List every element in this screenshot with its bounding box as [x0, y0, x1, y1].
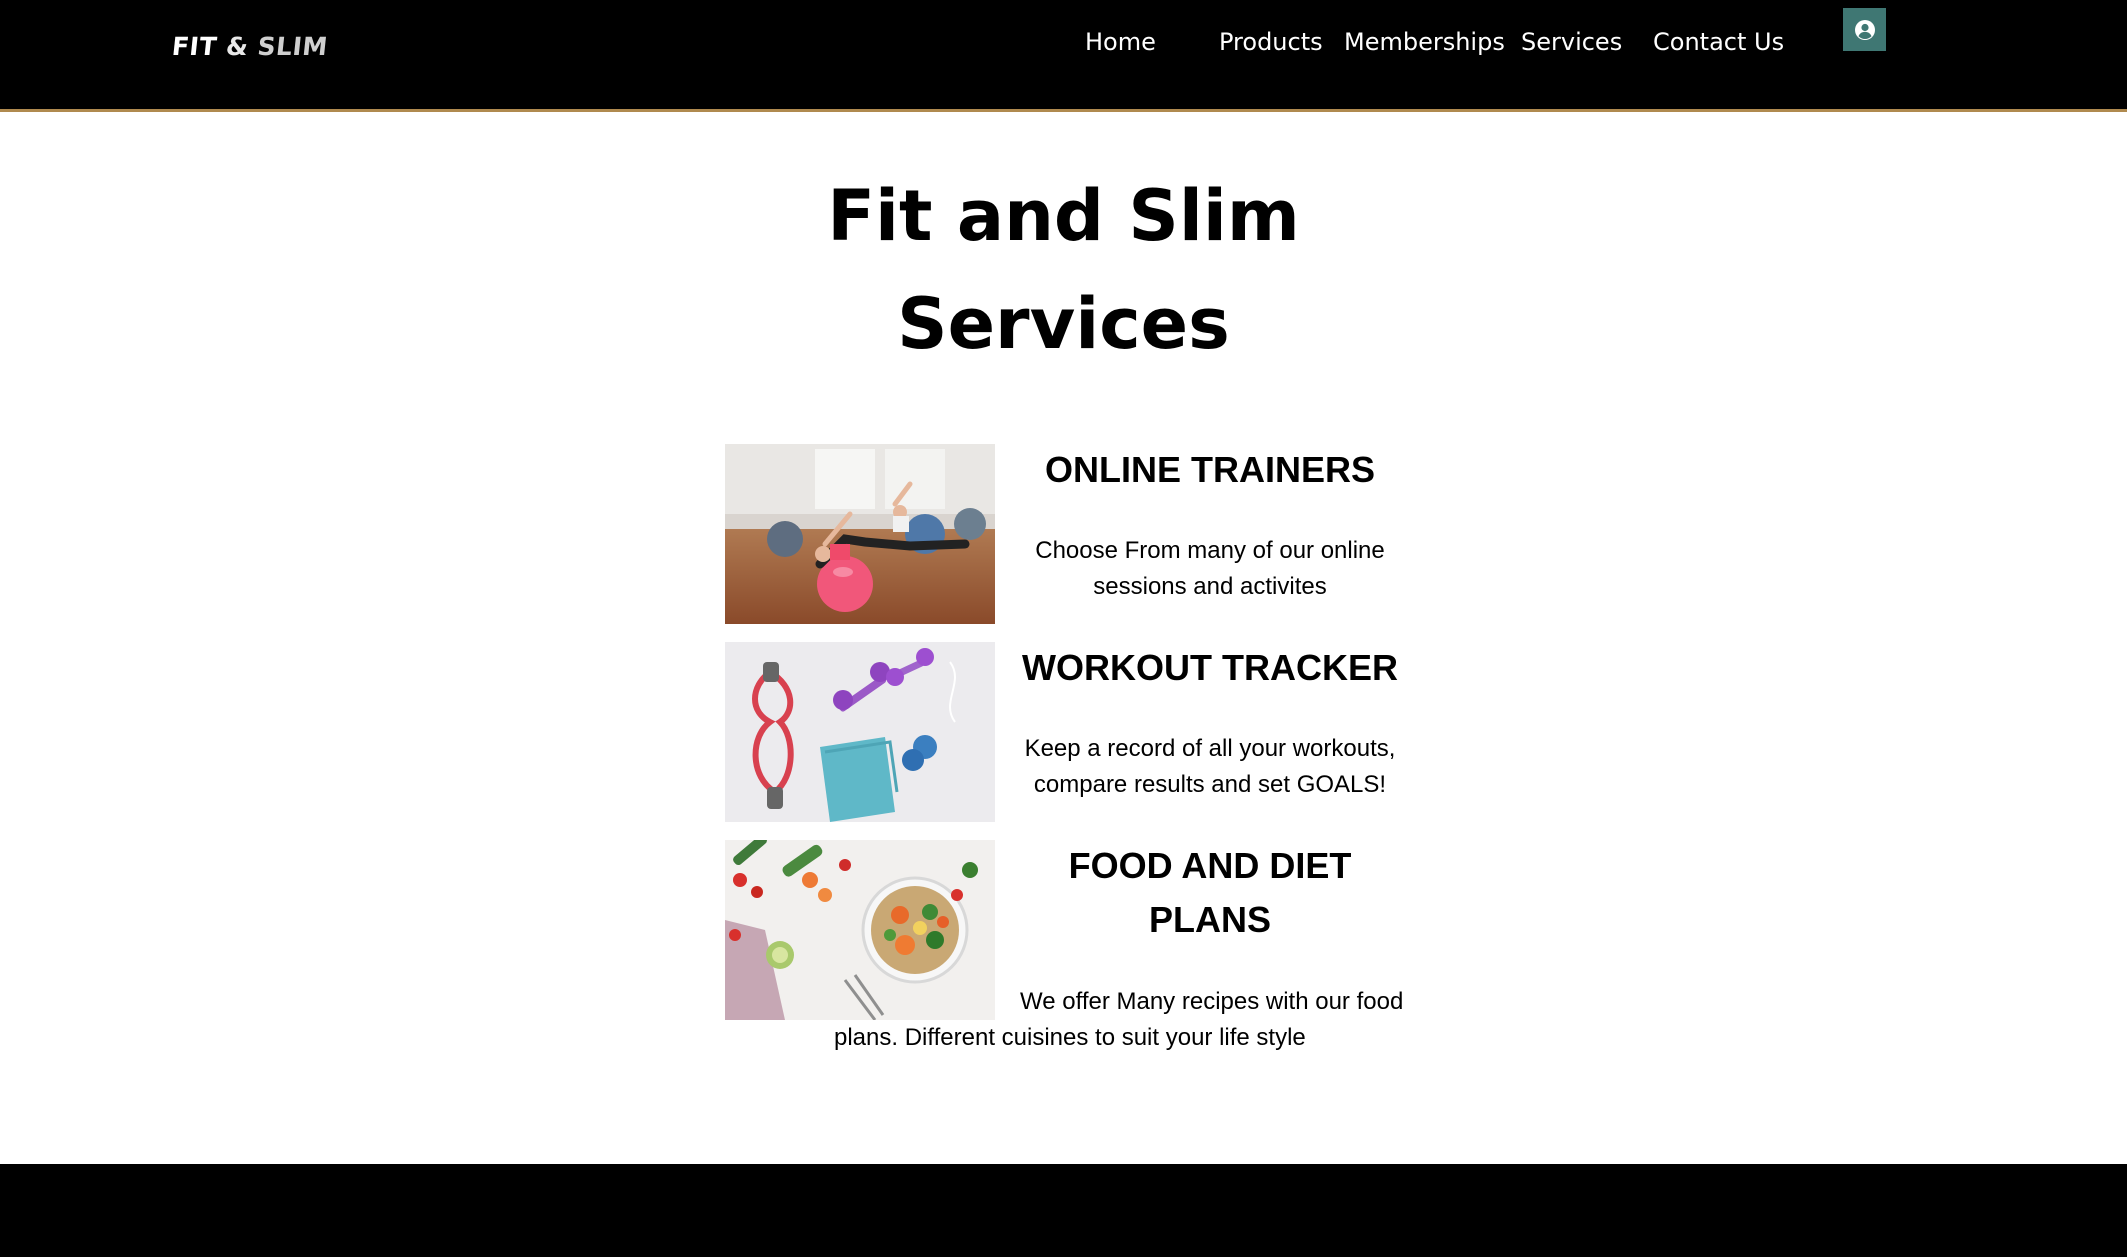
service-heading-line: PLANS [1148, 899, 1271, 940]
nav-products[interactable]: Products [1219, 28, 1323, 56]
fitness-class-image [725, 444, 995, 624]
service-desc-line: sessions and activites [1093, 573, 1327, 600]
nav-contact-us[interactable]: Contact Us [1653, 28, 1784, 56]
page-title-line2: Services [897, 283, 1230, 365]
logo-text-slim: SLIM [256, 32, 330, 61]
nav-home[interactable]: Home [1085, 28, 1156, 56]
service-heading-line: FOOD AND DIET [1068, 845, 1352, 886]
service-desc-line: compare results and set GOALS! [1033, 771, 1387, 798]
page-title-line1: Fit and Slim [827, 175, 1300, 257]
workout-equipment-image [725, 642, 995, 822]
logo-text-amp: & [224, 32, 250, 61]
logo[interactable]: FIT & SLIM [170, 32, 329, 61]
nav-memberships[interactable]: Memberships [1344, 28, 1505, 56]
service-desc-online-trainers: Choose From many of our online sessions … [1000, 533, 1420, 605]
service-heading-food-and-diet-plans: FOOD AND DIET PLANS [1000, 839, 1420, 947]
service-desc-line: Choose From many of our online [1035, 537, 1385, 564]
user-circle-icon [1854, 19, 1875, 40]
service-desc-food-and-diet-plans: We offer Many recipes with our food plan… [820, 984, 1420, 1056]
service-desc-workout-tracker: Keep a record of all your workouts, comp… [1000, 731, 1420, 803]
service-desc-line: Keep a record of all your workouts, [1024, 735, 1396, 762]
service-desc-line: We offer Many recipes with our food [1020, 988, 1404, 1015]
site-footer [0, 1164, 2127, 1257]
login-button[interactable] [1843, 8, 1886, 51]
service-desc-line: plans. Different cuisines to suit your l… [834, 1024, 1306, 1051]
nav-services[interactable]: Services [1521, 28, 1622, 56]
site-header: FIT & SLIM Home Products Memberships Ser… [0, 0, 2127, 112]
page-title: Fit and Slim Services [0, 162, 2127, 378]
logo-text-fit: FIT [170, 32, 219, 61]
service-heading-online-trainers: ONLINE TRAINERS [1044, 449, 1375, 490]
service-heading-workout-tracker: WORKOUT TRACKER [1022, 647, 1398, 688]
